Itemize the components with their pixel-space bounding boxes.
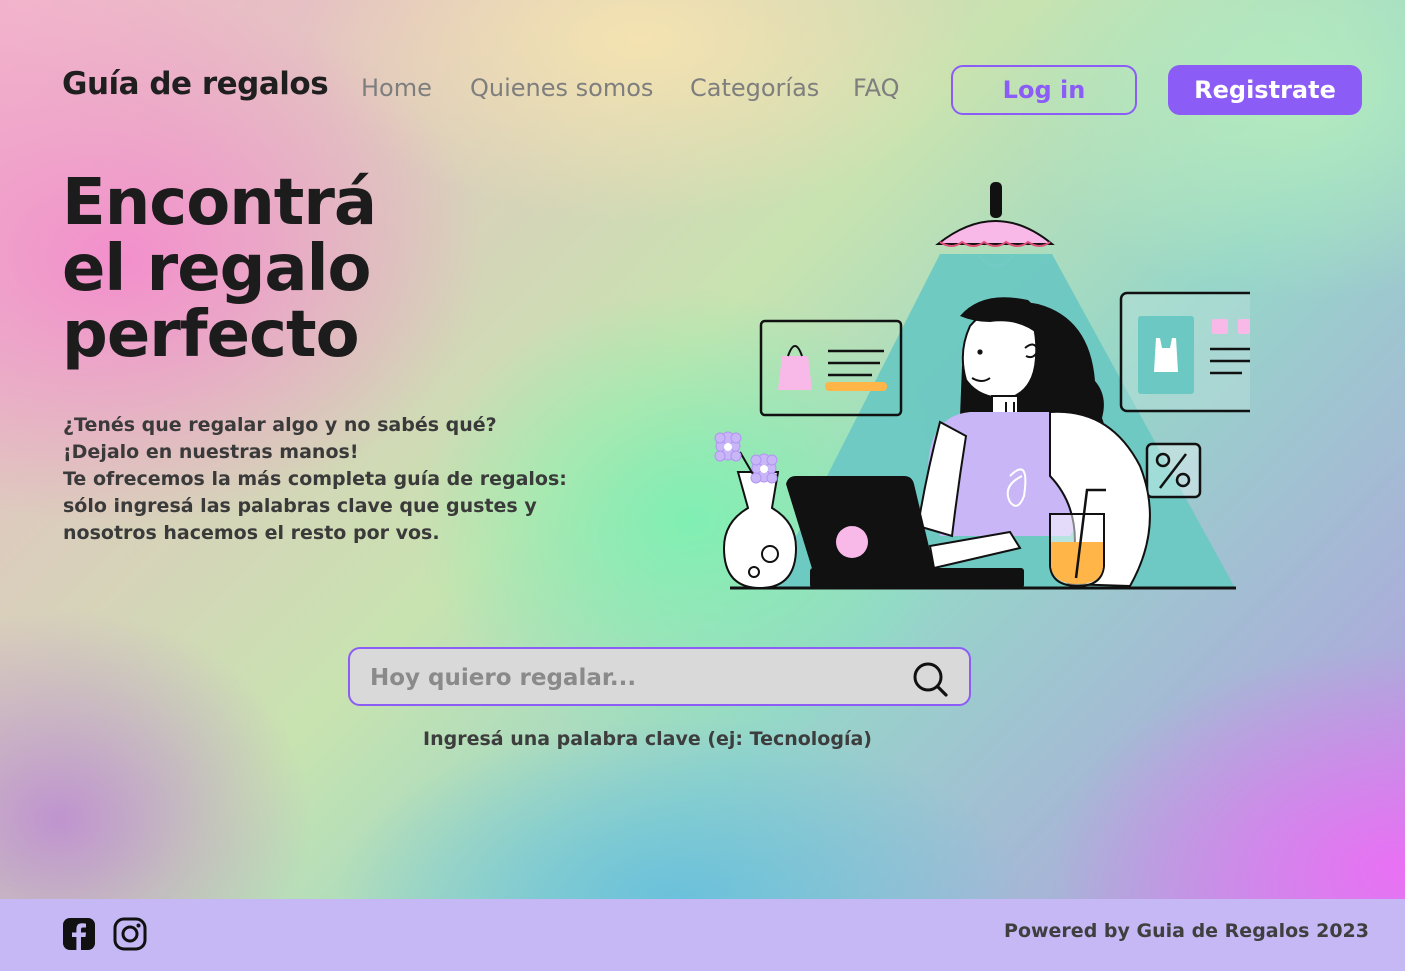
hero-text-line: ¡Dejalo en nuestras manos! [63,441,359,463]
hero-title-line: perfecto [62,298,360,372]
lamp-cord [990,182,1002,218]
register-button[interactable]: Registrate [1168,65,1362,115]
product-card-right-icon [1119,291,1250,413]
percent-badge-icon [1145,442,1202,499]
hero-text-line: Te ofrecemos la más completa guía de reg… [63,468,567,490]
hero-title-line: el regalo [62,232,372,306]
hero-illustration [714,182,1250,590]
flower-vase-icon [714,431,798,590]
nav-categorias[interactable]: Categorías [690,74,819,102]
hero-text-line: ¿Tenés que regalar algo y no sabés qué? [63,414,497,436]
nav-home[interactable]: Home [361,74,432,102]
search-input[interactable] [368,659,892,697]
facebook-icon[interactable] [62,917,96,951]
instagram-icon[interactable] [113,917,147,951]
search-bar [348,647,971,706]
site-logo[interactable]: Guía de regalos [62,66,329,102]
footer-credit: Powered by Guia de Regalos 2023 [1004,920,1369,942]
hero-title-line: Encontrá [62,166,377,240]
hero-title: Encontrá el regalo perfecto [62,166,377,372]
search-icon[interactable] [911,660,951,700]
hero-description: ¿Tenés que regalar algo y no sabés qué? … [63,412,583,547]
product-card-left-icon [759,319,903,417]
search-hint: Ingresá una palabra clave (ej: Tecnologí… [423,728,872,750]
hero-text-line: sólo ingresá las palabras clave que gust… [63,495,537,517]
login-button[interactable]: Log in [951,65,1137,115]
hero-text-line: nosotros hacemos el resto por vos. [63,522,440,544]
lamp-shade [935,220,1055,245]
nav-faq[interactable]: FAQ [853,74,900,102]
nav-quienes-somos[interactable]: Quienes somos [470,74,653,102]
